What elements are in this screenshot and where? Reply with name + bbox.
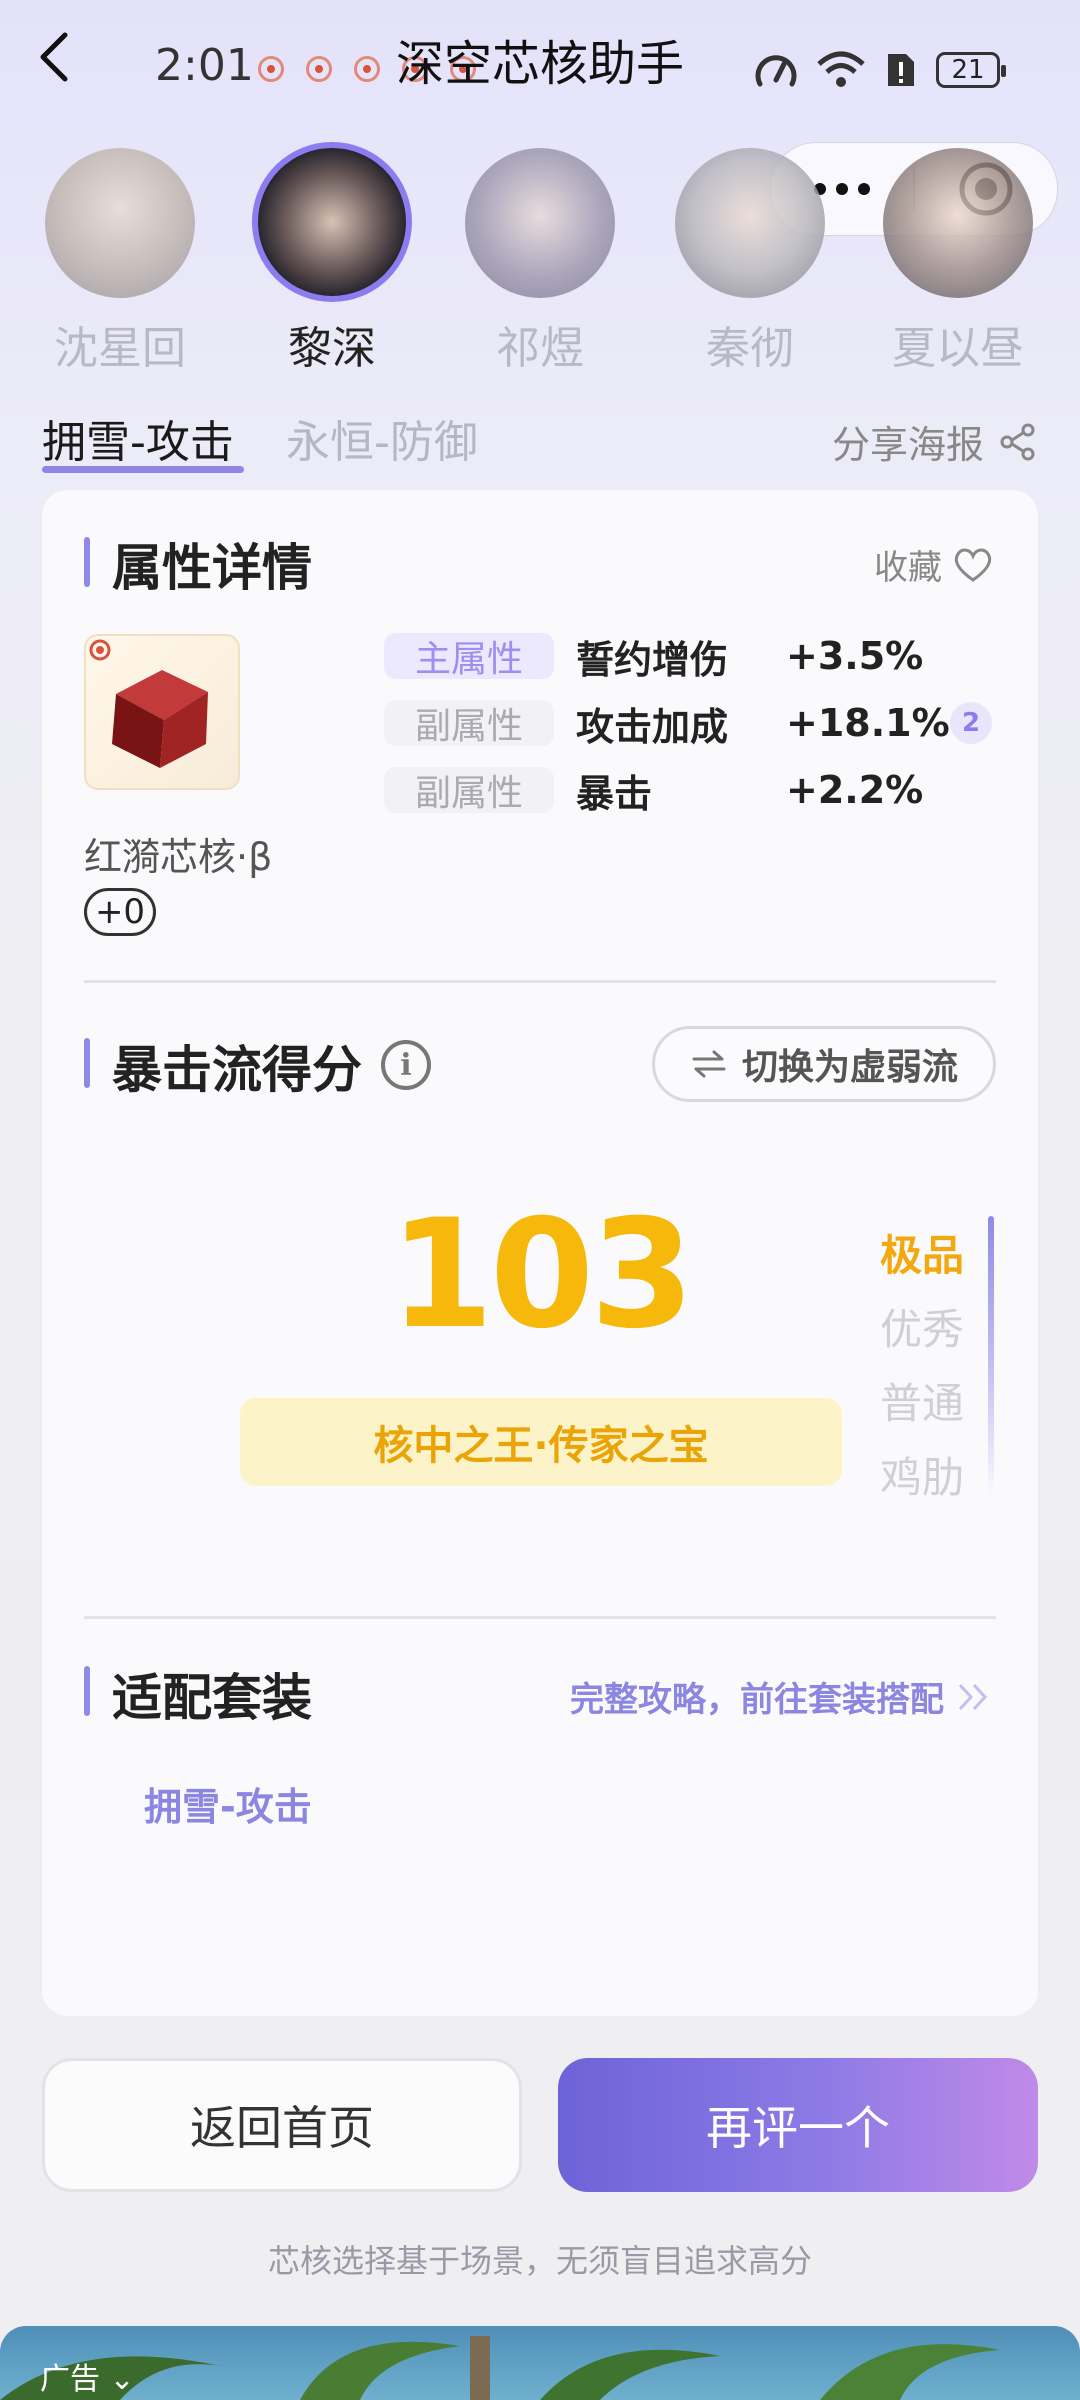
ad-label-text: 广告 xyxy=(40,2362,100,2397)
sim-alert-icon xyxy=(888,54,914,86)
core-image xyxy=(84,634,240,790)
attribute-row-sub-2: 副属性 暴击 +2.2% xyxy=(384,764,1004,816)
evaluate-again-button[interactable]: 再评一个 xyxy=(558,2058,1038,2192)
attribute-type: 副属性 xyxy=(384,700,554,747)
character-qiyu[interactable]: 祁煜 xyxy=(455,148,625,376)
back-home-button[interactable]: 返回首页 xyxy=(42,2058,522,2192)
avatar xyxy=(883,148,1033,298)
speed-icon xyxy=(755,55,797,87)
character-lishen[interactable]: 黎深 xyxy=(247,142,417,376)
attribute-name: 誓约增伤 xyxy=(576,637,729,682)
section-marker xyxy=(84,1038,90,1088)
section-marker xyxy=(84,537,90,587)
ad-banner[interactable] xyxy=(0,2326,1080,2400)
character-name: 黎深 xyxy=(288,323,376,374)
switch-label: 切换为虚弱流 xyxy=(741,1047,958,1088)
attribute-row-main: 主属性 誓约增伤 +3.5% xyxy=(384,630,1004,682)
wifi-icon xyxy=(817,51,865,87)
attribute-type: 主属性 xyxy=(384,633,554,680)
attribute-value: +2.2% xyxy=(786,768,924,812)
section-divider xyxy=(84,980,996,983)
info-icon[interactable]: i xyxy=(381,1040,431,1090)
tier-good: 优秀 xyxy=(880,1305,965,1354)
battery-icon: 21 xyxy=(936,52,1006,88)
attribute-row-sub-1: 副属性 攻击加成 +18.1% 2 xyxy=(384,697,1004,749)
switch-mode-button[interactable]: 切换为虚弱流 xyxy=(652,1026,996,1102)
level-badge: +0 xyxy=(84,888,156,936)
share-label: 分享海报 xyxy=(831,423,984,467)
system-status-icons: 21 xyxy=(754,50,1006,90)
avatar xyxy=(45,148,195,298)
red-cube-icon xyxy=(89,639,208,768)
tier-scale-bar xyxy=(988,1216,994,1496)
section-marker xyxy=(84,1666,90,1716)
attribute-name: 攻击加成 xyxy=(576,704,729,749)
swap-arrows-icon xyxy=(692,1050,726,1078)
attribute-type: 副属性 xyxy=(384,767,554,814)
strategy-label: 完整攻略，前往套装搭配 xyxy=(570,1680,944,1720)
core-name: 红漪芯核·β xyxy=(84,835,273,879)
tier-poor: 鸡肋 xyxy=(880,1453,965,1502)
strategy-link[interactable]: 完整攻略，前往套装搭配 xyxy=(570,1672,994,1721)
score-title: 暴击流得分 xyxy=(112,1041,362,1099)
tab-yongheng-defense[interactable]: 永恒-防御 xyxy=(286,406,478,470)
avatar xyxy=(252,142,412,302)
favorite-label: 收藏 xyxy=(874,548,942,588)
tier-top: 极品 xyxy=(880,1231,965,1280)
hint-text: 芯核选择基于场景，无须盲目追求高分 xyxy=(267,2242,812,2280)
ad-label[interactable]: 广告 ⌄ xyxy=(40,2354,135,2398)
avatar xyxy=(465,148,615,298)
tier-normal: 普通 xyxy=(880,1379,965,1428)
favorite-button[interactable]: 收藏 xyxy=(874,540,994,589)
avatar xyxy=(675,148,825,298)
attribute-name: 暴击 xyxy=(576,771,653,816)
tab-indicator xyxy=(42,466,244,473)
character-name: 沈星回 xyxy=(54,323,186,374)
character-name: 秦彻 xyxy=(706,323,794,374)
character-qinche[interactable]: 秦彻 xyxy=(665,148,835,376)
section-divider xyxy=(84,1616,996,1619)
attribute-value: +18.1% xyxy=(786,701,950,745)
character-name: 祁煜 xyxy=(496,323,584,374)
double-chevron-right-icon xyxy=(958,1683,988,1710)
roll-count-badge: 2 xyxy=(950,702,992,744)
tab-yongxue-attack[interactable]: 拥雪-攻击 xyxy=(42,406,234,470)
share-poster-button[interactable]: 分享海报 xyxy=(832,414,1038,469)
set-name-link[interactable]: 拥雪-攻击 xyxy=(144,1776,312,1831)
heart-icon xyxy=(954,548,992,582)
share-icon xyxy=(1000,423,1035,460)
score-verdict: 核中之王·传家之宝 xyxy=(240,1398,842,1486)
set-title: 适配套装 xyxy=(112,1669,312,1727)
chevron-down-icon: ⌄ xyxy=(109,2362,135,2397)
character-name: 夏以昼 xyxy=(892,323,1024,374)
score-value: 103 xyxy=(389,1188,694,1362)
character-xiayizhou[interactable]: 夏以昼 xyxy=(873,148,1043,376)
character-shenxinghui[interactable]: 沈星回 xyxy=(35,148,205,376)
attributes-title: 属性详情 xyxy=(112,539,312,597)
attribute-value: +3.5% xyxy=(786,634,924,678)
palm-leaves-image xyxy=(0,2336,1000,2400)
